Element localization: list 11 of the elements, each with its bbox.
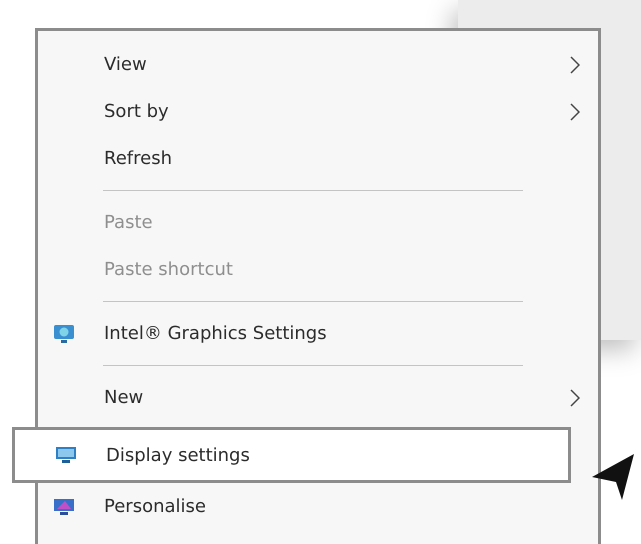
menu-item[interactable]: Display settings [12,427,571,483]
menu-item[interactable]: New [38,374,598,421]
menu-item[interactable]: Refresh [38,135,598,182]
menu-item[interactable]: Intel® Graphics Settings [38,310,598,357]
menu-item[interactable]: View [38,41,598,88]
monitor-icon [53,324,75,344]
menu-item[interactable]: Personalise [38,483,598,530]
menu-item[interactable]: Sort by [38,88,598,135]
cursor-icon [590,452,636,502]
personalise-icon [53,498,75,516]
monitor-icon [55,446,77,464]
